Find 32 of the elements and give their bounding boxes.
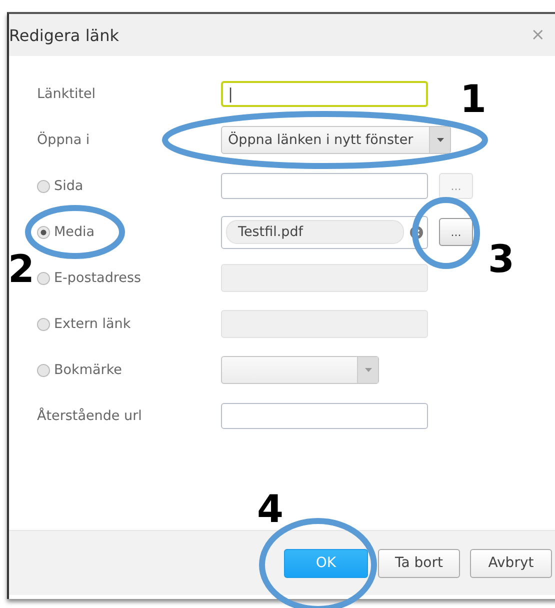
radio-button[interactable] (37, 364, 50, 376)
field-label: Media (54, 224, 95, 240)
text-field[interactable] (221, 403, 428, 429)
radio-button[interactable] (37, 272, 50, 284)
dialog-title: Redigera länk (9, 26, 119, 44)
text-field[interactable] (221, 310, 428, 338)
field-label: Sida (54, 178, 84, 194)
text-field[interactable] (221, 264, 428, 292)
step-number: 2 (8, 250, 34, 288)
field-label: E-postadress (54, 270, 142, 286)
field-label: Länktitel (37, 86, 96, 102)
text-cursor: | (228, 85, 234, 103)
step-number: 1 (460, 80, 486, 118)
radio-button[interactable] (37, 318, 50, 330)
caret-icon (364, 368, 372, 372)
step-number: 4 (257, 490, 284, 528)
field-label: Bokmärke (54, 362, 122, 378)
file-chip: Testfil.pdf (226, 220, 404, 244)
text-field[interactable] (221, 173, 428, 199)
step-number: 3 (488, 240, 514, 278)
text-field[interactable]: | (221, 81, 428, 107)
dialog-button[interactable]: Ta bort (378, 548, 460, 578)
field-label: Återstående url (37, 408, 142, 424)
dialog-button[interactable]: Avbryt (470, 548, 552, 578)
browse-button[interactable]: ... (439, 218, 473, 246)
radio-button[interactable] (37, 180, 50, 192)
caret-icon (436, 138, 444, 142)
field-label: Öppna i (37, 132, 90, 148)
highlight-ring (412, 197, 480, 269)
dropdown[interactable]: Öppna länken i nytt fönster (221, 126, 451, 154)
radio-button[interactable] (37, 226, 50, 238)
field-label: Extern länk (54, 316, 131, 332)
